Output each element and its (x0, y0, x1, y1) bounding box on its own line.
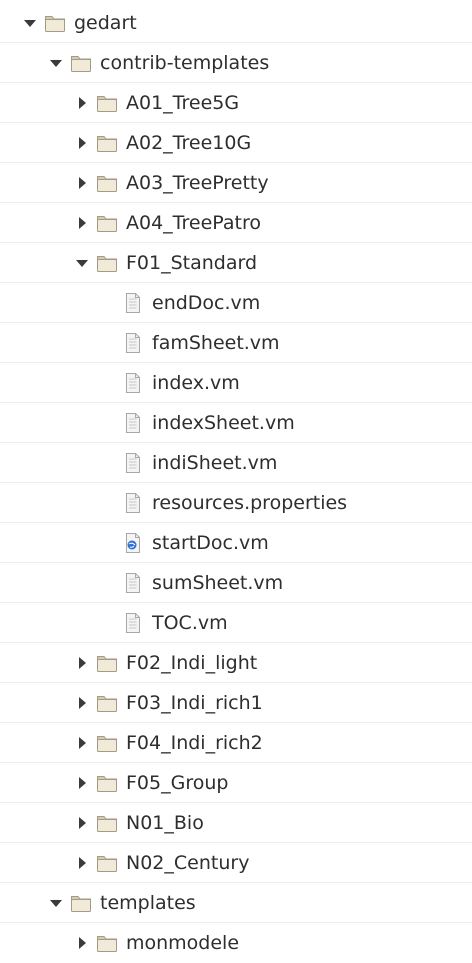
expand-arrow-right-icon[interactable] (74, 815, 90, 831)
tree-folder-row[interactable]: A04_TreePatro (0, 203, 472, 243)
tree-file-row[interactable]: indiSheet.vm (0, 443, 472, 483)
tree-file-row[interactable]: startDoc.vm (0, 523, 472, 563)
toggle-spacer (100, 495, 116, 511)
text-file-icon (122, 292, 144, 314)
expand-arrow-right-icon[interactable] (74, 215, 90, 231)
tree-item-label: N01_Bio (126, 811, 204, 834)
text-file-icon (122, 572, 144, 594)
tree-item-label: TOC.vm (152, 611, 228, 634)
tree-file-row[interactable]: endDoc.vm (0, 283, 472, 323)
folder-icon (96, 692, 118, 714)
expand-arrow-down-icon[interactable] (48, 895, 64, 911)
globe-file-icon (122, 532, 144, 554)
folder-icon (96, 252, 118, 274)
text-file-icon (122, 372, 144, 394)
tree-folder-row[interactable]: monmodele (0, 923, 472, 963)
expand-arrow-right-icon[interactable] (74, 695, 90, 711)
expand-arrow-right-icon[interactable] (74, 135, 90, 151)
tree-item-label: A04_TreePatro (126, 211, 261, 234)
toggle-spacer (100, 535, 116, 551)
expand-arrow-right-icon[interactable] (74, 175, 90, 191)
tree-item-label: templates (100, 891, 196, 914)
tree-file-row[interactable]: sumSheet.vm (0, 563, 472, 603)
tree-file-row[interactable]: resources.properties (0, 483, 472, 523)
tree-folder-row[interactable]: templates (0, 883, 472, 923)
folder-icon (96, 132, 118, 154)
expand-arrow-right-icon[interactable] (74, 935, 90, 951)
tree-folder-row[interactable]: gedart (0, 3, 472, 43)
tree-folder-row[interactable]: F04_Indi_rich2 (0, 723, 472, 763)
folder-icon (96, 812, 118, 834)
tree-folder-row[interactable]: N01_Bio (0, 803, 472, 843)
folder-icon (96, 772, 118, 794)
tree-item-label: F01_Standard (126, 251, 258, 274)
tree-folder-row[interactable]: contrib-templates (0, 43, 472, 83)
tree-item-label: F02_Indi_light (126, 651, 258, 674)
toggle-spacer (100, 455, 116, 471)
toggle-spacer (100, 295, 116, 311)
expand-arrow-right-icon[interactable] (74, 95, 90, 111)
tree-item-label: F03_Indi_rich1 (126, 691, 263, 714)
tree-item-label: F05_Group (126, 771, 229, 794)
expand-arrow-down-icon[interactable] (48, 55, 64, 71)
tree-item-label: A03_TreePretty (126, 171, 269, 194)
tree-item-label: A01_Tree5G (126, 91, 240, 114)
tree-folder-row[interactable]: N02_Century (0, 843, 472, 883)
folder-icon (96, 212, 118, 234)
folder-icon (96, 932, 118, 954)
tree-folder-row[interactable]: A02_Tree10G (0, 123, 472, 163)
toggle-spacer (100, 575, 116, 591)
tree-item-label: famSheet.vm (152, 331, 280, 354)
tree-folder-row[interactable]: F01_Standard (0, 243, 472, 283)
tree-item-label: contrib-templates (100, 51, 270, 74)
tree-file-row[interactable]: indexSheet.vm (0, 403, 472, 443)
tree-item-label: gedart (74, 11, 137, 34)
text-file-icon (122, 452, 144, 474)
tree-item-label: N02_Century (126, 851, 250, 874)
folder-icon (70, 52, 92, 74)
tree-item-label: resources.properties (152, 491, 348, 514)
toggle-spacer (100, 375, 116, 391)
tree-folder-row[interactable]: F02_Indi_light (0, 643, 472, 683)
tree-item-label: startDoc.vm (152, 531, 269, 554)
tree-item-label: indiSheet.vm (152, 451, 278, 474)
text-file-icon (122, 492, 144, 514)
folder-icon (96, 852, 118, 874)
tree-folder-row[interactable]: F05_Group (0, 763, 472, 803)
toggle-spacer (100, 615, 116, 631)
tree-item-label: sumSheet.vm (152, 571, 284, 594)
tree-item-label: indexSheet.vm (152, 411, 295, 434)
expand-arrow-right-icon[interactable] (74, 775, 90, 791)
folder-icon (70, 892, 92, 914)
tree-folder-row[interactable]: F03_Indi_rich1 (0, 683, 472, 723)
folder-icon (96, 732, 118, 754)
text-file-icon (122, 412, 144, 434)
expand-arrow-right-icon[interactable] (74, 735, 90, 751)
tree-item-label: A02_Tree10G (126, 131, 252, 154)
tree-folder-row[interactable]: A01_Tree5G (0, 83, 472, 123)
expand-arrow-down-icon[interactable] (22, 15, 38, 31)
tree-item-label: monmodele (126, 932, 240, 954)
expand-arrow-right-icon[interactable] (74, 855, 90, 871)
folder-icon (96, 652, 118, 674)
tree-item-label: F04_Indi_rich2 (126, 731, 263, 754)
tree-file-row[interactable]: famSheet.vm (0, 323, 472, 363)
folder-icon (96, 92, 118, 114)
tree-folder-row[interactable]: A03_TreePretty (0, 163, 472, 203)
tree-file-row[interactable]: TOC.vm (0, 603, 472, 643)
folder-icon (44, 12, 66, 34)
folder-icon (96, 172, 118, 194)
file-tree: gedart contrib-templates A01_Tree5G A02_Tre… (0, 0, 472, 963)
tree-item-label: index.vm (152, 371, 240, 394)
expand-arrow-down-icon[interactable] (74, 255, 90, 271)
toggle-spacer (100, 415, 116, 431)
tree-file-row[interactable]: index.vm (0, 363, 472, 403)
text-file-icon (122, 612, 144, 634)
expand-arrow-right-icon[interactable] (74, 655, 90, 671)
text-file-icon (122, 332, 144, 354)
toggle-spacer (100, 335, 116, 351)
tree-item-label: endDoc.vm (152, 291, 261, 314)
